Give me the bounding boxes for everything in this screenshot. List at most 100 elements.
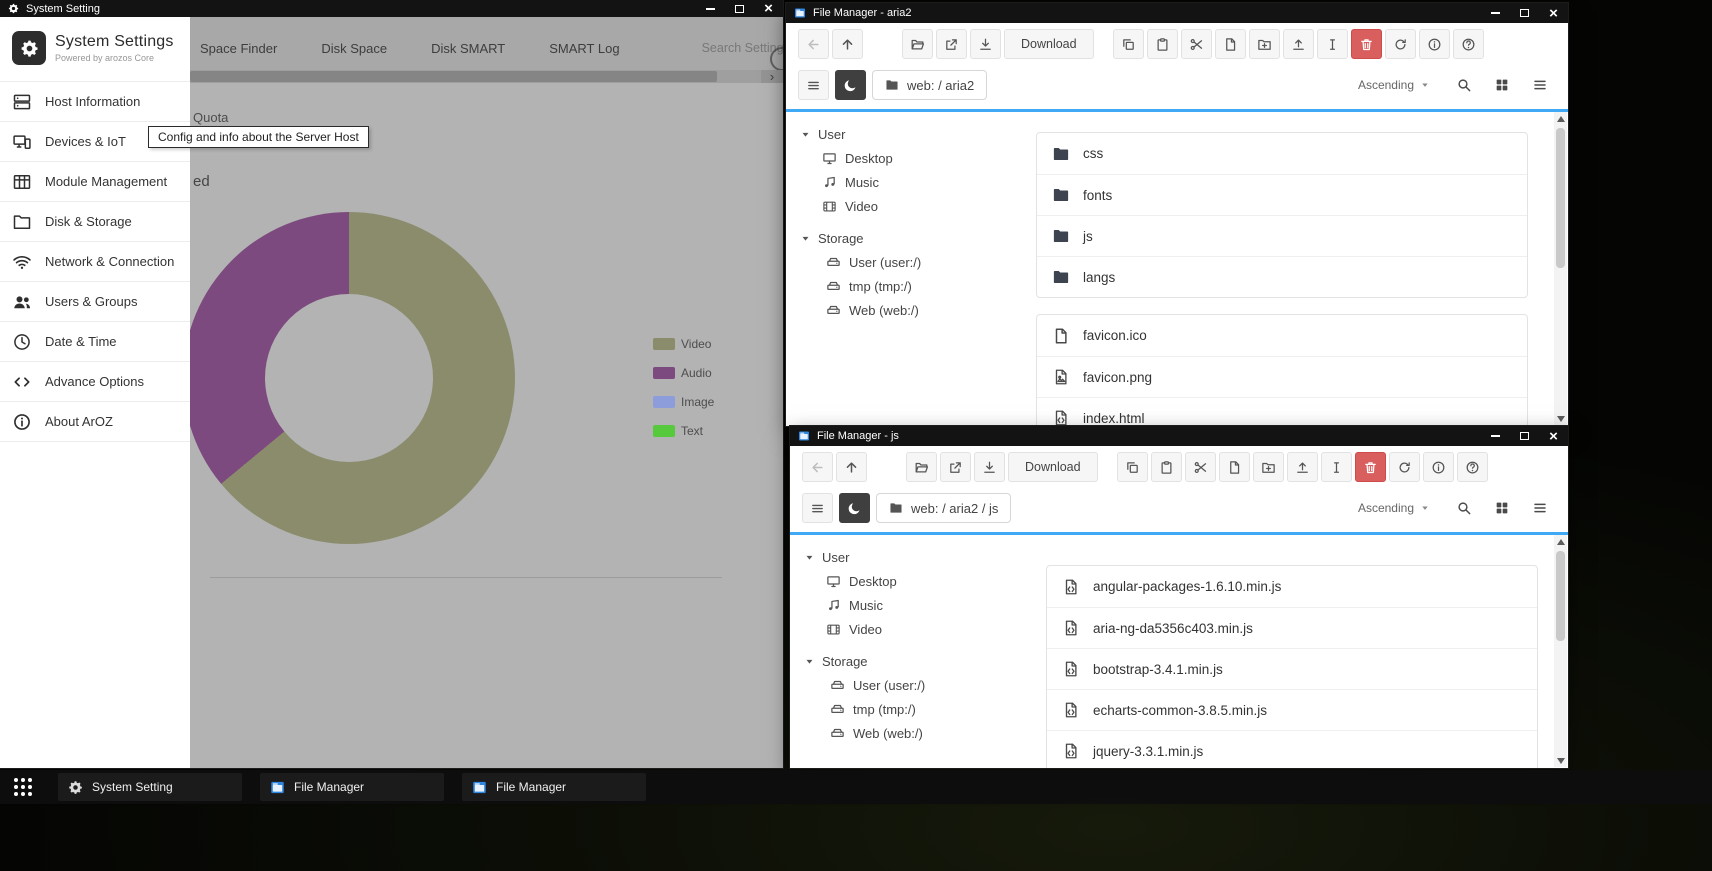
- close-button[interactable]: ×: [762, 2, 775, 15]
- minimize-button[interactable]: [704, 2, 717, 15]
- scroll-up-arrow[interactable]: [1554, 112, 1567, 125]
- up-button[interactable]: [832, 29, 863, 59]
- sidebar-item-network-connection[interactable]: Network & Connection: [0, 242, 190, 282]
- tab-space-finder[interactable]: Space Finder: [200, 41, 277, 56]
- scroll-right-arrow[interactable]: ›: [761, 70, 783, 83]
- file-row[interactable]: bootstrap-3.4.1.min.js: [1047, 648, 1537, 689]
- tree-group-storage[interactable]: Storage: [804, 649, 1024, 673]
- tab-disk-space[interactable]: Disk Space: [321, 41, 387, 56]
- open-external-button[interactable]: [936, 29, 967, 59]
- scroll-down-arrow[interactable]: [1554, 412, 1567, 425]
- minimize-button[interactable]: [1489, 7, 1502, 20]
- refresh-button[interactable]: [1389, 452, 1420, 482]
- cut-button[interactable]: [1181, 29, 1212, 59]
- horizontal-scrollbar[interactable]: ›: [190, 70, 783, 83]
- new-file-button[interactable]: [1215, 29, 1246, 59]
- properties-button[interactable]: [1419, 29, 1450, 59]
- list-view-button[interactable]: [1526, 494, 1554, 522]
- up-button[interactable]: [836, 452, 867, 482]
- dark-mode-button[interactable]: [835, 70, 866, 100]
- tree-item-web-drive[interactable]: Web (web:/): [804, 721, 1024, 745]
- scrollbar-thumb[interactable]: [1556, 551, 1565, 641]
- breadcrumb[interactable]: web: / aria2: [872, 70, 987, 100]
- new-folder-button[interactable]: [1249, 29, 1280, 59]
- folder-row[interactable]: fonts: [1037, 174, 1527, 215]
- sidebar-item-host-information[interactable]: Host Information: [0, 82, 190, 122]
- file-row[interactable]: index.html: [1037, 397, 1527, 426]
- vertical-scrollbar[interactable]: [1554, 112, 1567, 425]
- tree-group-user[interactable]: User: [804, 545, 1024, 569]
- grid-view-button[interactable]: [1488, 71, 1516, 99]
- maximize-button[interactable]: [1518, 7, 1531, 20]
- download-button[interactable]: Download: [1004, 29, 1094, 59]
- properties-button[interactable]: [1423, 452, 1454, 482]
- open-folder-button[interactable]: [906, 452, 937, 482]
- menu-button[interactable]: [802, 493, 833, 523]
- sort-order-dropdown[interactable]: Ascending: [1358, 501, 1430, 515]
- help-button[interactable]: [1453, 29, 1484, 59]
- tree-item-user-drive[interactable]: User (user:/): [800, 250, 1020, 274]
- scroll-up-arrow[interactable]: [1554, 535, 1567, 548]
- tree-item-music[interactable]: Music: [800, 170, 1020, 194]
- taskbar-item-file-manager-1[interactable]: File Manager: [260, 773, 444, 801]
- tree-group-storage[interactable]: Storage: [800, 226, 1020, 250]
- tree-item-tmp-drive[interactable]: tmp (tmp:/): [800, 274, 1020, 298]
- new-file-button[interactable]: [1219, 452, 1250, 482]
- breadcrumb[interactable]: web: / aria2 / js: [876, 493, 1011, 523]
- file-row[interactable]: jquery-3.3.1.min.js: [1047, 730, 1537, 768]
- upload-button[interactable]: [1287, 452, 1318, 482]
- scroll-down-arrow[interactable]: [1554, 754, 1567, 767]
- tree-item-desktop[interactable]: Desktop: [800, 146, 1020, 170]
- download-icon-button[interactable]: [974, 452, 1005, 482]
- folder-row[interactable]: css: [1037, 133, 1527, 174]
- tree-item-music[interactable]: Music: [804, 593, 1024, 617]
- list-view-button[interactable]: [1526, 71, 1554, 99]
- cut-button[interactable]: [1185, 452, 1216, 482]
- file-row[interactable]: angular-packages-1.6.10.min.js: [1047, 566, 1537, 607]
- folder-row[interactable]: js: [1037, 215, 1527, 256]
- download-button[interactable]: Download: [1008, 452, 1098, 482]
- sidebar-item-date-time[interactable]: Date & Time: [0, 322, 190, 362]
- file-row[interactable]: favicon.ico: [1037, 315, 1527, 356]
- tree-group-user[interactable]: User: [800, 122, 1020, 146]
- open-folder-button[interactable]: [902, 29, 933, 59]
- fm-aria2-titlebar[interactable]: File Manager - aria2 ×: [786, 3, 1568, 23]
- sidebar-item-users-groups[interactable]: Users & Groups: [0, 282, 190, 322]
- menu-button[interactable]: [798, 70, 829, 100]
- file-row[interactable]: echarts-common-3.8.5.min.js: [1047, 689, 1537, 730]
- tree-item-web-drive[interactable]: Web (web:/): [800, 298, 1020, 322]
- tree-item-video[interactable]: Video: [804, 617, 1024, 641]
- tree-item-tmp-drive[interactable]: tmp (tmp:/): [804, 697, 1024, 721]
- back-button[interactable]: [798, 29, 829, 59]
- file-row[interactable]: favicon.png: [1037, 356, 1527, 397]
- minimize-button[interactable]: [1489, 430, 1502, 443]
- close-button[interactable]: ×: [1547, 7, 1560, 20]
- rename-button[interactable]: [1317, 29, 1348, 59]
- tree-item-desktop[interactable]: Desktop: [804, 569, 1024, 593]
- sidebar-item-advance-options[interactable]: Advance Options: [0, 362, 190, 402]
- scrollbar-thumb[interactable]: [190, 71, 717, 82]
- system-settings-titlebar[interactable]: System Setting ×: [0, 0, 783, 17]
- file-row[interactable]: aria-ng-da5356c403.min.js: [1047, 607, 1537, 648]
- rename-button[interactable]: [1321, 452, 1352, 482]
- search-button[interactable]: [1450, 71, 1478, 99]
- taskbar-item-system-setting[interactable]: System Setting: [58, 773, 242, 801]
- delete-button[interactable]: [1351, 29, 1382, 59]
- help-button[interactable]: [1457, 452, 1488, 482]
- vertical-scrollbar[interactable]: [1554, 535, 1567, 767]
- scrollbar-thumb[interactable]: [1556, 128, 1565, 268]
- folder-row[interactable]: langs: [1037, 256, 1527, 297]
- back-button[interactable]: [802, 452, 833, 482]
- paste-button[interactable]: [1151, 452, 1182, 482]
- paste-button[interactable]: [1147, 29, 1178, 59]
- tree-item-user-drive[interactable]: User (user:/): [804, 673, 1024, 697]
- close-button[interactable]: ×: [1547, 430, 1560, 443]
- search-button[interactable]: [1450, 494, 1478, 522]
- grid-view-button[interactable]: [1488, 494, 1516, 522]
- refresh-button[interactable]: [1385, 29, 1416, 59]
- upload-button[interactable]: [1283, 29, 1314, 59]
- sidebar-item-module-management[interactable]: Module Management: [0, 162, 190, 202]
- download-icon-button[interactable]: [970, 29, 1001, 59]
- fm-js-titlebar[interactable]: File Manager - js ×: [790, 426, 1568, 446]
- sort-order-dropdown[interactable]: Ascending: [1358, 78, 1430, 92]
